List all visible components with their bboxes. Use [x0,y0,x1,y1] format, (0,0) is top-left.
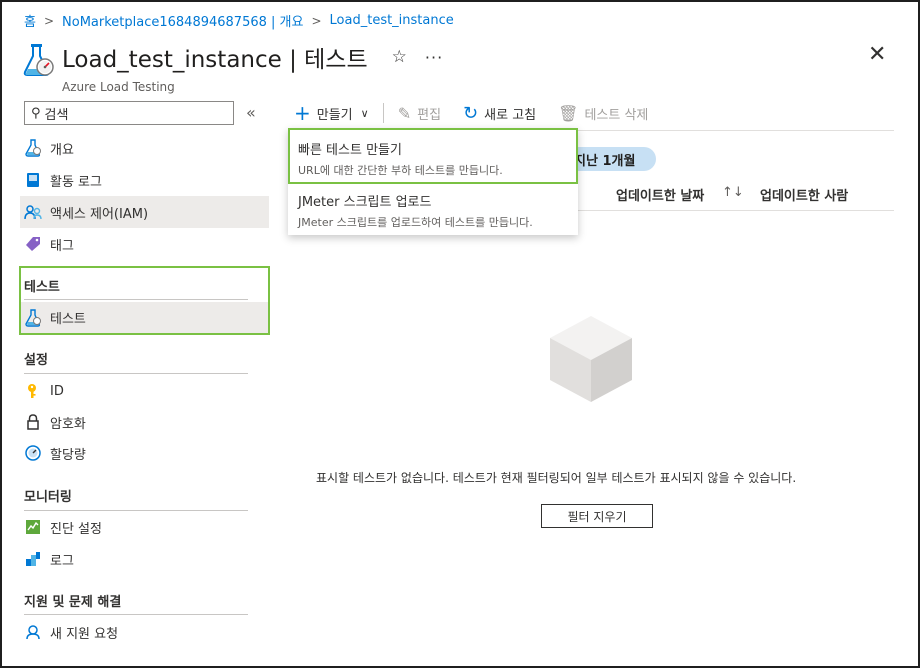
create-button[interactable]: + 만들기 ∨ [294,101,369,125]
chevron-right-icon: > [43,13,55,28]
lock-icon [24,413,42,431]
star-outline-icon[interactable]: ☆ [392,47,407,67]
sidebar-item-tags[interactable]: 태그 [20,228,269,260]
create-dropdown-menu: 빠른 테스트 만들기 URL에 대한 간단한 부하 테스트를 만듭니다. JMe… [288,128,578,235]
sidebar-item-label: 진단 설정 [50,521,102,537]
divider [24,373,248,374]
menu-item-quick-test[interactable]: 빠른 테스트 만들기 URL에 대한 간단한 부하 테스트를 만듭니다. [288,128,578,184]
pill-label: 지난 1개월 [574,153,636,169]
sidebar-group-monitoring: 모니터링 [24,490,72,505]
search-placeholder: 검색 [44,107,69,123]
breadcrumb-home[interactable]: 홈 [24,11,36,30]
page-subtitle: Azure Load Testing [62,80,175,94]
divider [24,614,248,615]
menu-item-description: JMeter 스크립트를 업로드하여 테스트를 만듭니다. [298,216,533,229]
sidebar-item-overview[interactable]: 개요 [20,132,269,164]
page-title: Load_test_instance | 테스트 [62,47,368,73]
sidebar-item-diagnostic-settings[interactable]: 진단 설정 [20,511,269,543]
sidebar-item-label: 액세스 제어(IAM) [50,206,149,222]
column-header-updated-date[interactable]: 업데이트한 날짜 [616,185,704,204]
refresh-label: 새로 고침 [484,107,537,123]
chevron-down-icon: ∨ [360,106,369,120]
menu-item-title: 빠른 테스트 만들기 [298,143,402,158]
sidebar-item-activity-log[interactable]: 활동 로그 [20,164,269,196]
delete-test-button[interactable]: 🗑 테스트 삭제 [558,104,648,123]
sidebar-item-label: 활동 로그 [50,174,102,190]
sidebar-item-label: 로그 [50,553,74,569]
logs-icon [24,550,42,568]
tag-icon [24,235,42,253]
sidebar-item-label: 새 지원 요청 [50,626,119,642]
command-bar: + 만들기 ∨ ✎ 편집 ↻ 새로 고침 🗑 테스트 삭제 [294,101,670,125]
breadcrumb-resource[interactable]: Load_test_instance [330,13,454,28]
clear-filters-button[interactable]: 필터 지우기 [541,504,653,528]
log-icon [24,171,42,189]
close-icon[interactable]: ✕ [868,42,886,67]
menu-item-upload-jmeter[interactable]: JMeter 스크립트 업로드 JMeter 스크립트를 업로드하여 테스트를 … [288,188,578,234]
support-icon [24,623,42,641]
sidebar-item-label: 개요 [50,142,74,158]
refresh-button[interactable]: ↻ 새로 고침 [463,103,536,124]
sidebar-item-identity[interactable]: ID [20,375,269,407]
search-icon: ⚲ [31,105,41,121]
sidebar-item-iam[interactable]: 액세스 제어(IAM) [20,196,269,228]
plus-icon: + [294,101,311,125]
create-label: 만들기 [316,107,353,123]
diagnostics-icon [24,518,42,536]
column-header-updated-by[interactable]: 업데이트한 사람 [760,185,848,204]
sidebar-item-label: 태그 [50,238,74,254]
people-icon [24,203,42,221]
breadcrumb: 홈 > NoMarketplace1684894687568 | 개요 > Lo… [24,11,454,30]
sidebar-search-input[interactable]: ⚲ 검색 [24,101,234,125]
highlight-box [19,266,270,335]
refresh-icon: ↻ [463,102,479,124]
load-testing-resource-icon [23,44,54,76]
menu-item-title: JMeter 스크립트 업로드 [298,195,432,210]
menu-item-description: URL에 대한 간단한 부하 테스트를 만듭니다. [298,164,503,177]
flask-icon [24,139,42,157]
sidebar-item-label: 암호화 [50,416,86,432]
sidebar-item-quota[interactable]: 할당량 [20,437,269,469]
edit-button[interactable]: ✎ 편집 [398,104,441,123]
chevron-right-icon: > [311,13,322,28]
sidebar-group-settings: 설정 [24,353,48,368]
pencil-icon: ✎ [397,103,412,123]
trash-icon: 🗑 [558,103,579,123]
empty-state-message: 표시할 테스트가 없습니다. 테스트가 현재 필터링되어 일부 테스트가 표시되… [316,471,797,485]
toolbar-divider [382,103,384,123]
sidebar-item-label: 할당량 [50,447,86,463]
key-icon [24,382,42,400]
empty-cube-icon [550,316,632,402]
sidebar-group-support: 지원 및 문제 해결 [24,595,122,610]
ellipsis-icon[interactable]: ··· [425,48,443,67]
breadcrumb-resource-group[interactable]: NoMarketplace1684894687568 | 개요 [62,11,303,30]
delete-label: 테스트 삭제 [584,107,649,123]
page-header: Load_test_instance | 테스트 ☆ ··· Azure Loa… [22,40,443,94]
sidebar-item-new-support-request[interactable]: 새 지원 요청 [20,616,269,648]
gauge-icon [24,444,42,462]
sidebar-item-encryption[interactable]: 암호화 [20,406,269,438]
edit-label: 편집 [417,107,442,123]
sidebar-item-logs[interactable]: 로그 [20,543,269,575]
double-chevron-left-icon[interactable]: « [246,103,256,122]
sidebar-item-label: ID [50,383,64,399]
sort-icon[interactable]: ↑↓ [722,185,744,200]
